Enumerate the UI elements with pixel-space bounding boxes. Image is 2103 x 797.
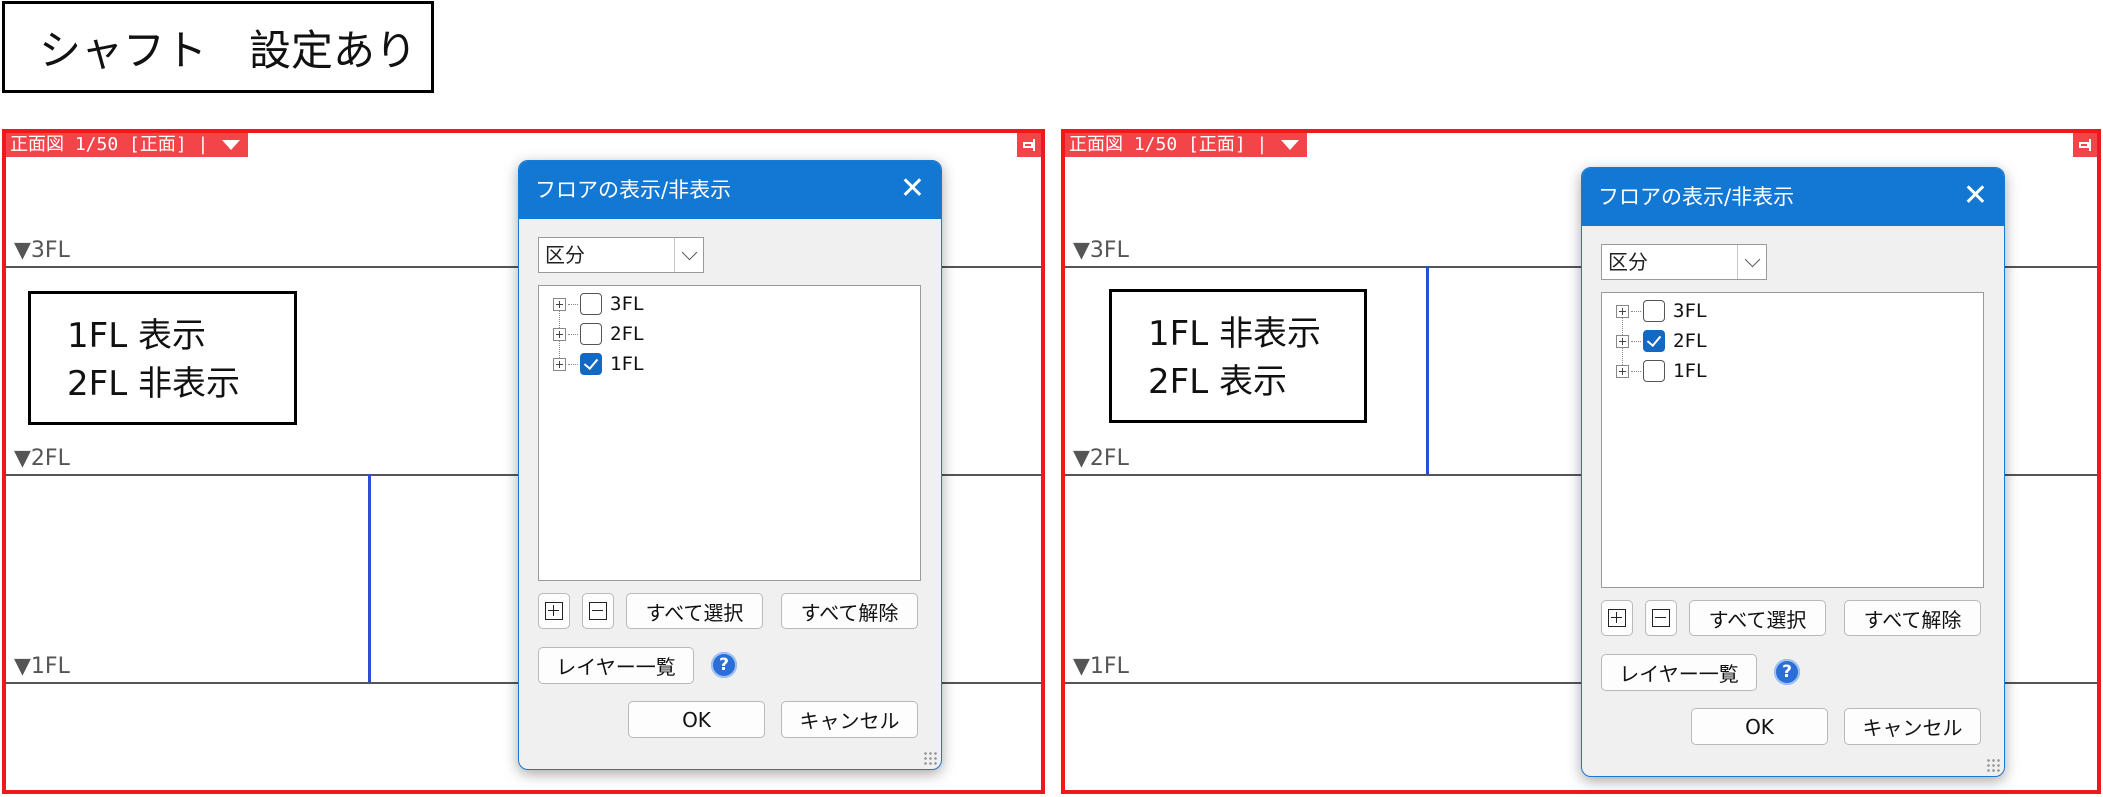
expand-icon[interactable]	[1616, 364, 1629, 378]
clear-all-button[interactable]: すべて解除	[781, 593, 918, 629]
checkbox-1fl[interactable]	[580, 353, 602, 375]
view-header-label: 正面図 1/50 [正面] |	[10, 134, 209, 155]
expand-all-icon	[545, 602, 563, 620]
help-icon[interactable]: ?	[1774, 659, 1800, 685]
close-icon[interactable]: ✕	[900, 161, 925, 217]
tree-item-1fl[interactable]: 1FL	[1616, 357, 1707, 385]
layer-list-button[interactable]: レイヤー一覧	[1601, 654, 1757, 691]
checkbox-2fl[interactable]	[1643, 330, 1665, 352]
cancel-button[interactable]: キャンセル	[781, 701, 918, 738]
expand-icon[interactable]	[1616, 304, 1629, 318]
page-title: シャフト 設定あり	[2, 1, 434, 93]
floor-label-3fl: ▼3FL	[14, 238, 70, 263]
tree-item-2fl[interactable]: 2FL	[1616, 327, 1707, 355]
category-select[interactable]: 区分	[1601, 244, 1767, 280]
ok-button[interactable]: OK	[628, 701, 765, 738]
floor-label-1fl: ▼1FL	[14, 654, 70, 679]
dropdown-arrow-icon[interactable]	[222, 140, 241, 150]
floor-label-1fl: ▼1FL	[1073, 654, 1129, 679]
dialog-titlebar[interactable]: フロアの表示/非表示 ✕	[519, 161, 941, 219]
checkbox-3fl[interactable]	[1643, 300, 1665, 322]
floor-label-3fl: ▼3FL	[1073, 238, 1129, 263]
expand-all-icon	[1608, 609, 1626, 627]
tree-item-2fl[interactable]: 2FL	[553, 320, 644, 348]
expand-all-button[interactable]	[1601, 600, 1633, 636]
category-select[interactable]: 区分	[538, 237, 704, 273]
resize-grip-icon[interactable]	[1986, 758, 2000, 772]
view-header[interactable]: 正面図 1/50 [正面] |	[6, 133, 249, 157]
elevation-view-left[interactable]: 正面図 1/50 [正面] | ▼3FL ▼2FL ▼1FL 1FL 表示 2F…	[2, 129, 1045, 794]
checkbox-2fl[interactable]	[580, 323, 602, 345]
shaft-line[interactable]	[1426, 266, 1429, 474]
ok-button[interactable]: OK	[1691, 708, 1828, 745]
shaft-line[interactable]	[368, 474, 371, 682]
floor-tree[interactable]: 3FL 2FL 1FL	[1601, 292, 1984, 588]
expand-icon[interactable]	[553, 357, 566, 371]
floor-label-2fl: ▼2FL	[14, 446, 70, 471]
select-all-button[interactable]: すべて選択	[626, 593, 763, 629]
tree-item-label: 2FL	[610, 323, 645, 345]
dropdown-arrow-icon[interactable]	[1281, 140, 1300, 150]
collapse-all-icon	[1652, 609, 1670, 627]
note-box: 1FL 表示 2FL 非表示	[28, 291, 297, 425]
tree-item-3fl[interactable]: 3FL	[1616, 297, 1707, 325]
layer-list-button[interactable]: レイヤー一覧	[538, 647, 694, 684]
collapse-all-button[interactable]	[1645, 600, 1677, 636]
view-header[interactable]: 正面図 1/50 [正面] |	[1065, 133, 1308, 157]
tree-item-3fl[interactable]: 3FL	[553, 290, 644, 318]
resize-grip-icon[interactable]	[923, 751, 937, 765]
checkbox-3fl[interactable]	[580, 293, 602, 315]
category-select-value: 区分	[1608, 250, 1648, 274]
tree-item-label: 1FL	[610, 353, 645, 375]
pin-icon[interactable]	[1017, 133, 1041, 157]
dialog-title: フロアの表示/非表示	[1598, 185, 1795, 209]
tree-item-1fl[interactable]: 1FL	[553, 350, 644, 378]
clear-all-button[interactable]: すべて解除	[1844, 600, 1981, 636]
note-box: 1FL 非表示 2FL 表示	[1109, 289, 1367, 423]
pin-icon[interactable]	[2073, 133, 2097, 157]
floor-visibility-dialog: フロアの表示/非表示 ✕ 区分 3FL 2FL 1FL すべて選択 すべて解除 …	[518, 160, 942, 770]
dialog-title: フロアの表示/非表示	[535, 178, 732, 202]
elevation-view-right[interactable]: 正面図 1/50 [正面] | ▼3FL ▼2FL ▼1FL 1FL 非表示 2…	[1061, 129, 2101, 794]
expand-icon[interactable]	[553, 327, 566, 341]
tree-item-label: 3FL	[1673, 300, 1708, 322]
tree-item-label: 3FL	[610, 293, 645, 315]
chevron-down-icon[interactable]	[1737, 245, 1766, 279]
expand-icon[interactable]	[553, 297, 566, 311]
floor-visibility-dialog: フロアの表示/非表示 ✕ 区分 3FL 2FL 1FL すべて選択 すべて解除 …	[1581, 167, 2005, 777]
close-icon[interactable]: ✕	[1963, 168, 1988, 224]
tree-item-label: 2FL	[1673, 330, 1708, 352]
collapse-all-icon	[589, 602, 607, 620]
tree-item-label: 1FL	[1673, 360, 1708, 382]
category-select-value: 区分	[545, 243, 585, 267]
help-icon[interactable]: ?	[711, 652, 737, 678]
floor-label-2fl: ▼2FL	[1073, 446, 1129, 471]
view-header-label: 正面図 1/50 [正面] |	[1069, 134, 1268, 155]
dialog-titlebar[interactable]: フロアの表示/非表示 ✕	[1582, 168, 2004, 226]
chevron-down-icon[interactable]	[674, 238, 703, 272]
floor-tree[interactable]: 3FL 2FL 1FL	[538, 285, 921, 581]
expand-icon[interactable]	[1616, 334, 1629, 348]
expand-all-button[interactable]	[538, 593, 570, 629]
select-all-button[interactable]: すべて選択	[1689, 600, 1826, 636]
collapse-all-button[interactable]	[582, 593, 614, 629]
checkbox-1fl[interactable]	[1643, 360, 1665, 382]
cancel-button[interactable]: キャンセル	[1844, 708, 1981, 745]
